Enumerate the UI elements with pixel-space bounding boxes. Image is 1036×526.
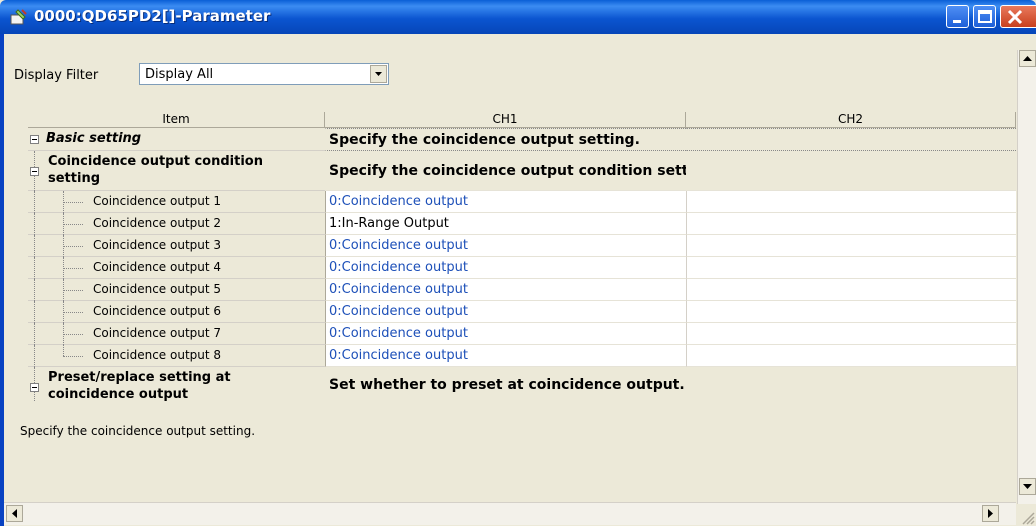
ch2-value: [686, 128, 1016, 151]
ch2-value[interactable]: [686, 213, 1016, 235]
row-coincidence-output-8[interactable]: Coincidence output 8 0:Coincidence outpu…: [28, 345, 1016, 367]
item-label: Coincidence output 8: [93, 348, 222, 362]
collapse-icon[interactable]: [30, 167, 39, 176]
close-icon: [1007, 9, 1023, 25]
description-text: Specify the coincidence output setting.: [20, 424, 256, 438]
ch2-value[interactable]: [686, 345, 1016, 367]
scroll-up-button[interactable]: [1019, 50, 1036, 67]
ch1-value: Specify the coincidence output setting.: [325, 128, 686, 151]
column-header-ch1[interactable]: CH1: [325, 112, 686, 128]
item-label: Coincidence output 7: [93, 326, 222, 340]
arrow-left-icon: [12, 509, 17, 518]
column-header-ch2[interactable]: CH2: [686, 112, 1016, 128]
minimize-icon: [953, 20, 961, 23]
ch2-value[interactable]: [686, 323, 1016, 345]
close-button[interactable]: [1000, 5, 1036, 28]
ch2-value[interactable]: [686, 301, 1016, 323]
item-label-line2: setting: [48, 171, 100, 186]
row-coincidence-output-2[interactable]: Coincidence output 2 1:In-Range Output: [28, 213, 1016, 235]
dropdown-arrow-button[interactable]: [370, 65, 387, 83]
parameter-icon: [10, 9, 27, 25]
item-label: Coincidence output 2: [93, 216, 222, 230]
ch1-value[interactable]: 0:Coincidence output: [325, 345, 686, 367]
ch1-value: Set whether to preset at coincidence out…: [325, 367, 686, 402]
resize-grip-icon[interactable]: [1017, 504, 1036, 526]
ch1-value[interactable]: 0:Coincidence output: [325, 301, 686, 323]
item-label-line2: coincidence output: [48, 387, 189, 402]
ch1-value[interactable]: 0:Coincidence output: [325, 257, 686, 279]
window-title: 0000:QD65PD2[]-Parameter: [34, 7, 271, 25]
item-label: Coincidence output 1: [93, 194, 222, 208]
item-label: Coincidence output 3: [93, 238, 222, 252]
scroll-left-button[interactable]: [6, 505, 23, 522]
ch2-value: [686, 151, 1016, 191]
display-filter-label: Display Filter: [14, 68, 99, 83]
title-bar[interactable]: 0000:QD65PD2[]-Parameter: [0, 0, 1036, 34]
row-coincidence-condition[interactable]: Coincidence output condition setting Spe…: [28, 151, 1016, 191]
scroll-down-button[interactable]: [1019, 478, 1036, 495]
arrow-down-icon: [1023, 484, 1032, 489]
row-coincidence-output-6[interactable]: Coincidence output 6 0:Coincidence outpu…: [28, 301, 1016, 323]
ch2-value: [686, 367, 1016, 402]
row-coincidence-output-5[interactable]: Coincidence output 5 0:Coincidence outpu…: [28, 279, 1016, 301]
ch1-value[interactable]: 0:Coincidence output: [325, 279, 686, 301]
ch2-value[interactable]: [686, 257, 1016, 279]
ch1-value: Specify the coincidence output condition…: [325, 151, 719, 191]
parameter-grid: Item CH1 CH2 Basic setting Specify the c…: [28, 112, 1016, 402]
ch1-value[interactable]: 0:Coincidence output: [325, 191, 686, 213]
item-label: Coincidence output 6: [93, 304, 222, 318]
maximize-icon: [978, 10, 992, 23]
parameter-window: 0000:QD65PD2[]-Parameter Display Filter …: [0, 0, 1036, 526]
row-preset-replace[interactable]: Preset/replace setting at coincidence ou…: [28, 367, 1016, 402]
column-header-item[interactable]: Item: [28, 112, 325, 128]
chevron-down-icon: [375, 72, 382, 76]
ch2-value[interactable]: [686, 279, 1016, 301]
collapse-icon[interactable]: [30, 135, 39, 144]
row-coincidence-output-1[interactable]: Coincidence output 1 0:Coincidence outpu…: [28, 191, 1016, 213]
horizontal-scrollbar[interactable]: [4, 502, 1016, 525]
vertical-scrollbar[interactable]: [1017, 50, 1036, 504]
scroll-right-button[interactable]: [982, 505, 999, 522]
item-label: Coincidence output 5: [93, 282, 222, 296]
ch2-value[interactable]: [686, 191, 1016, 213]
display-filter-value: Display All: [145, 67, 214, 82]
maximize-button[interactable]: [973, 5, 996, 28]
item-label-line1: Coincidence output condition: [48, 154, 263, 169]
ch1-value[interactable]: 1:In-Range Output: [325, 213, 686, 235]
arrow-right-icon: [988, 509, 993, 518]
arrow-up-icon: [1023, 56, 1032, 61]
row-coincidence-output-7[interactable]: Coincidence output 7 0:Coincidence outpu…: [28, 323, 1016, 345]
item-label: Basic setting: [46, 131, 142, 146]
minimize-button[interactable]: [946, 5, 969, 28]
ch1-value[interactable]: 0:Coincidence output: [325, 235, 686, 257]
ch1-value[interactable]: 0:Coincidence output: [325, 323, 686, 345]
collapse-icon[interactable]: [30, 383, 39, 392]
row-basic-setting[interactable]: Basic setting Specify the coincidence ou…: [28, 128, 1016, 151]
ch2-value[interactable]: [686, 235, 1016, 257]
row-coincidence-output-4[interactable]: Coincidence output 4 0:Coincidence outpu…: [28, 257, 1016, 279]
item-label-line1: Preset/replace setting at: [48, 370, 231, 385]
row-coincidence-output-3[interactable]: Coincidence output 3 0:Coincidence outpu…: [28, 235, 1016, 257]
item-label: Coincidence output 4: [93, 260, 222, 274]
display-filter-dropdown[interactable]: Display All: [139, 63, 389, 85]
